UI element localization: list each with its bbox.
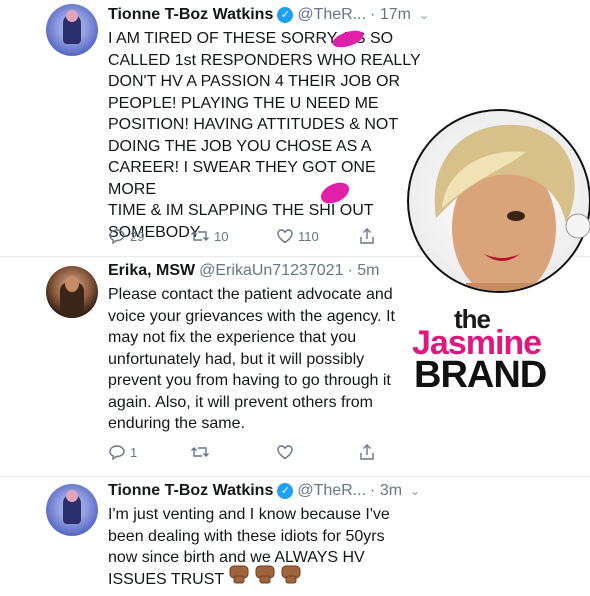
share-icon xyxy=(360,228,374,244)
chevron-down-icon[interactable]: ⌄ xyxy=(410,484,420,498)
author-handle[interactable]: @ErikaUn71237021 xyxy=(199,262,343,280)
tweet-actions: 1 xyxy=(108,442,408,462)
tweet-3[interactable]: Tionne T-Boz Watkins ✓ @TheR... · 3m ⌄ I… xyxy=(0,476,590,596)
tweet-text: Please contact the patient advocate and … xyxy=(108,286,395,432)
reply-button[interactable]: 1 xyxy=(108,444,137,460)
reply-count: 1 xyxy=(130,444,138,460)
heart-icon xyxy=(277,445,293,460)
tweet-header: Erika, MSW @ErikaUn71237021 · 5m xyxy=(108,262,379,280)
share-button[interactable] xyxy=(358,443,376,461)
raised-fist-emoji-icons xyxy=(229,565,301,584)
avatar[interactable] xyxy=(46,484,98,536)
chevron-down-icon[interactable]: ⌄ xyxy=(419,8,429,22)
author-handle[interactable]: @TheR... xyxy=(297,482,366,500)
tweet-timestamp[interactable]: · 17m xyxy=(370,6,411,24)
brand-brand: BRAND xyxy=(414,354,547,396)
author-name[interactable]: Tionne T-Boz Watkins xyxy=(108,482,273,500)
author-handle[interactable]: @TheR... xyxy=(297,6,366,24)
avatar[interactable] xyxy=(46,266,98,318)
author-name[interactable]: Erika, MSW xyxy=(108,262,195,280)
retweet-icon xyxy=(191,447,209,457)
portrait-photo xyxy=(407,109,590,293)
retweet-count: 10 xyxy=(214,228,229,244)
reply-icon xyxy=(109,229,125,244)
photo-watermark: the xyxy=(404,108,590,334)
share-button[interactable] xyxy=(358,227,376,245)
reply-button[interactable]: 29 xyxy=(108,228,144,244)
verified-badge-icon: ✓ xyxy=(277,7,294,23)
retweet-button[interactable] xyxy=(190,444,210,460)
tweet-timestamp[interactable]: · 5m xyxy=(347,262,379,280)
tweet-text: I AM TIRED OF THESE SORRY A S SO CALLED … xyxy=(108,30,421,241)
like-button[interactable]: 110 xyxy=(276,228,319,244)
reply-count: 29 xyxy=(130,228,145,244)
tweet-header: Tionne T-Boz Watkins ✓ @TheR... · 3m ⌄ xyxy=(108,482,420,500)
like-count: 110 xyxy=(298,228,319,244)
tweet-actions: 29 10 110 xyxy=(108,226,408,246)
verified-badge-icon: ✓ xyxy=(277,483,294,499)
share-icon xyxy=(360,444,374,460)
like-button[interactable] xyxy=(276,444,294,460)
retweet-button[interactable]: 10 xyxy=(190,228,228,244)
heart-icon xyxy=(277,229,293,244)
retweet-icon xyxy=(191,231,209,241)
author-name[interactable]: Tionne T-Boz Watkins xyxy=(108,6,273,24)
tweet-timestamp[interactable]: · 3m xyxy=(370,482,402,500)
avatar[interactable] xyxy=(46,4,98,56)
reply-icon xyxy=(109,445,125,460)
tweet-header: Tionne T-Boz Watkins ✓ @TheR... · 17m ⌄ xyxy=(108,6,429,24)
